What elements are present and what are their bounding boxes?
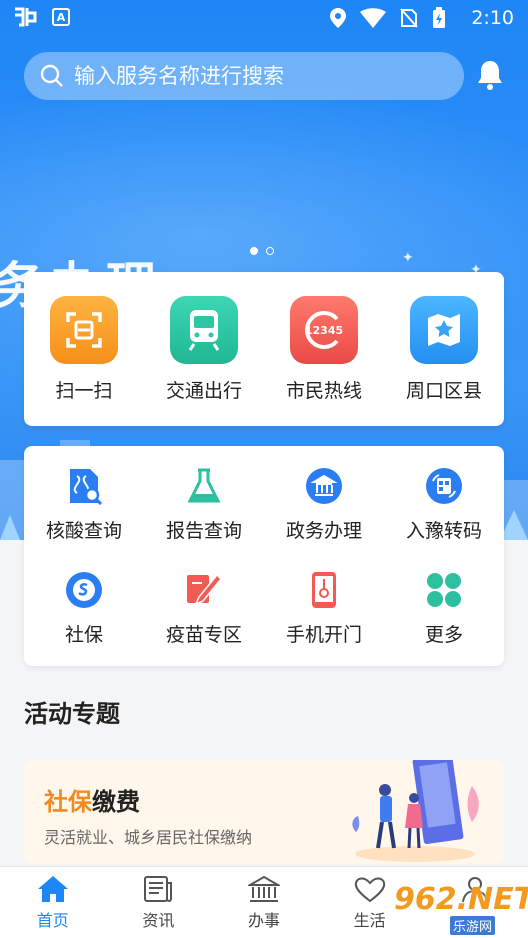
home-icon — [37, 876, 68, 902]
service-social-security[interactable]: 社保 — [24, 550, 144, 654]
tab-label: 首页 — [36, 911, 69, 930]
flask-icon — [184, 466, 224, 506]
service-label: 交通出行 — [165, 380, 242, 402]
search-input[interactable] — [74, 64, 434, 88]
search-icon — [40, 64, 63, 87]
service-more[interactable]: 更多 — [384, 550, 504, 654]
service-label: 核酸查询 — [45, 520, 122, 542]
service-label: 手机开门 — [285, 624, 362, 646]
service-scan[interactable]: 扫一扫 — [24, 272, 144, 403]
tab-label: 办事 — [247, 911, 280, 930]
bank-icon — [247, 875, 280, 902]
carousel-dot[interactable] — [266, 247, 274, 255]
battery-icon — [433, 7, 445, 28]
quick-services-card: 扫一扫 交通出行 12345 市民热线 周口区县 — [24, 272, 504, 426]
search-bar[interactable] — [24, 52, 464, 100]
service-label: 更多 — [424, 624, 463, 646]
service-government[interactable]: 政务办理 — [264, 446, 384, 550]
qr-transfer-icon — [424, 466, 464, 506]
hotline-12345-icon: 12345 — [290, 296, 358, 364]
service-label: 报告查询 — [165, 520, 242, 542]
service-hotline[interactable]: 12345 市民热线 — [264, 272, 384, 403]
news-icon — [144, 876, 173, 902]
watermark-text: 962.NET — [394, 882, 528, 917]
promo-title-accent: 社保 — [44, 788, 92, 816]
services-card: 核酸查询 报告查询 政务办理 入豫转码 社保 疫苗专区 手机开门 更多 — [24, 446, 504, 666]
sparkle-icon: ✦ — [402, 250, 414, 266]
more-grid-icon — [424, 570, 464, 610]
service-report[interactable]: 报告查询 — [144, 446, 264, 550]
promo-card-social-security[interactable]: 社保缴费 灵活就业、城乡居民社保缴纳 — [24, 760, 504, 864]
tab-label: 资讯 — [142, 911, 175, 930]
government-icon — [304, 466, 344, 506]
wifi-icon — [360, 8, 386, 28]
status-bar: A 2:10 — [0, 0, 528, 36]
service-nucleic-test[interactable]: 核酸查询 — [24, 446, 144, 550]
service-label: 疫苗专区 — [165, 624, 242, 646]
map-icon — [410, 296, 478, 364]
bell-icon[interactable] — [474, 58, 506, 92]
watermark-sub: 乐游网 — [450, 916, 496, 935]
no-sim-icon — [400, 8, 418, 28]
carousel-indicator[interactable] — [250, 247, 274, 255]
location-icon — [330, 8, 346, 28]
app-logo-icon — [15, 7, 37, 27]
tab-label: 生活 — [353, 911, 386, 930]
nucleic-test-icon — [64, 466, 104, 506]
tab-home[interactable]: 首页 — [0, 867, 106, 938]
service-phone-door[interactable]: 手机开门 — [264, 550, 384, 654]
tab-news[interactable]: 资讯 — [106, 867, 212, 938]
promo-title: 社保缴费 — [44, 782, 140, 817]
service-label: 政务办理 — [285, 520, 362, 542]
phone-key-icon — [304, 570, 344, 610]
a-badge-icon: A — [52, 8, 70, 26]
service-label: 入豫转码 — [405, 520, 482, 542]
train-icon — [170, 296, 238, 364]
promo-title-rest: 缴费 — [92, 788, 140, 816]
carousel-dot[interactable] — [250, 247, 258, 255]
service-vaccine[interactable]: 疫苗专区 — [144, 550, 264, 654]
vaccine-icon — [184, 570, 224, 610]
promo-subtitle: 灵活就业、城乡居民社保缴纳 — [44, 828, 253, 847]
scan-icon — [50, 296, 118, 364]
service-label: 扫一扫 — [55, 380, 113, 402]
service-label: 周口区县 — [405, 380, 482, 402]
service-districts[interactable]: 周口区县 — [384, 272, 504, 403]
promo-illustration — [352, 760, 479, 862]
watermark: 962.NET 乐游网 — [390, 878, 528, 935]
service-label: 市民热线 — [285, 380, 362, 402]
section-title: 活动专题 — [24, 700, 120, 728]
heart-icon — [354, 877, 385, 903]
service-label: 社保 — [64, 624, 103, 646]
service-qr-transfer[interactable]: 入豫转码 — [384, 446, 504, 550]
tab-services[interactable]: 办事 — [211, 867, 317, 938]
social-security-icon — [64, 570, 104, 610]
hotline-number: 12345 — [305, 324, 343, 337]
status-time: 2:10 — [471, 7, 514, 29]
service-transport[interactable]: 交通出行 — [144, 272, 264, 403]
